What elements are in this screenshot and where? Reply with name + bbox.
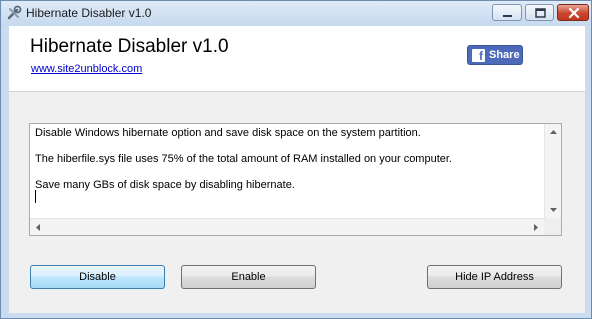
scroll-down-arrow-icon[interactable] [545,201,562,218]
scroll-up-arrow-icon[interactable] [545,124,562,141]
maximize-icon [535,8,546,18]
title-bar[interactable]: Hibernate Disabler v1.0 [1,1,591,26]
info-line-2: The hiberfile.sys file uses 75% of the t… [35,153,452,165]
minimize-icon [503,15,512,17]
info-text: Disable Windows hibernate option and sav… [35,127,540,205]
website-link[interactable]: www.site2unblock.com [31,63,142,75]
vertical-scrollbar[interactable] [544,124,561,218]
info-line-3: Save many GBs of disk space by disabling… [35,179,295,191]
facebook-share-button[interactable]: f Share [467,45,523,65]
hide-ip-address-button[interactable]: Hide IP Address [427,265,562,289]
disable-button[interactable]: Disable [30,265,165,289]
facebook-icon: f [472,49,485,63]
scroll-left-arrow-icon[interactable] [30,219,47,236]
app-window: Hibernate Disabler v1.0 Hibernate Disabl… [0,0,592,319]
enable-button[interactable]: Enable [181,265,316,289]
close-icon [568,7,580,19]
client-area: Hibernate Disabler v1.0 www.site2unblock… [9,26,585,313]
header-panel: Hibernate Disabler v1.0 www.site2unblock… [9,26,585,92]
app-title: Hibernate Disabler v1.0 [30,36,229,57]
text-caret [35,190,36,203]
tools-icon [6,5,22,21]
horizontal-scrollbar[interactable] [30,218,544,235]
scroll-right-arrow-icon[interactable] [527,219,544,236]
scroll-corner [544,218,561,235]
info-line-1: Disable Windows hibernate option and sav… [35,127,421,139]
minimize-button[interactable] [492,4,522,21]
window-title: Hibernate Disabler v1.0 [26,6,152,20]
info-textarea[interactable]: Disable Windows hibernate option and sav… [29,123,562,236]
maximize-button[interactable] [525,4,554,21]
share-label: Share [489,49,520,61]
close-button[interactable] [557,4,589,21]
